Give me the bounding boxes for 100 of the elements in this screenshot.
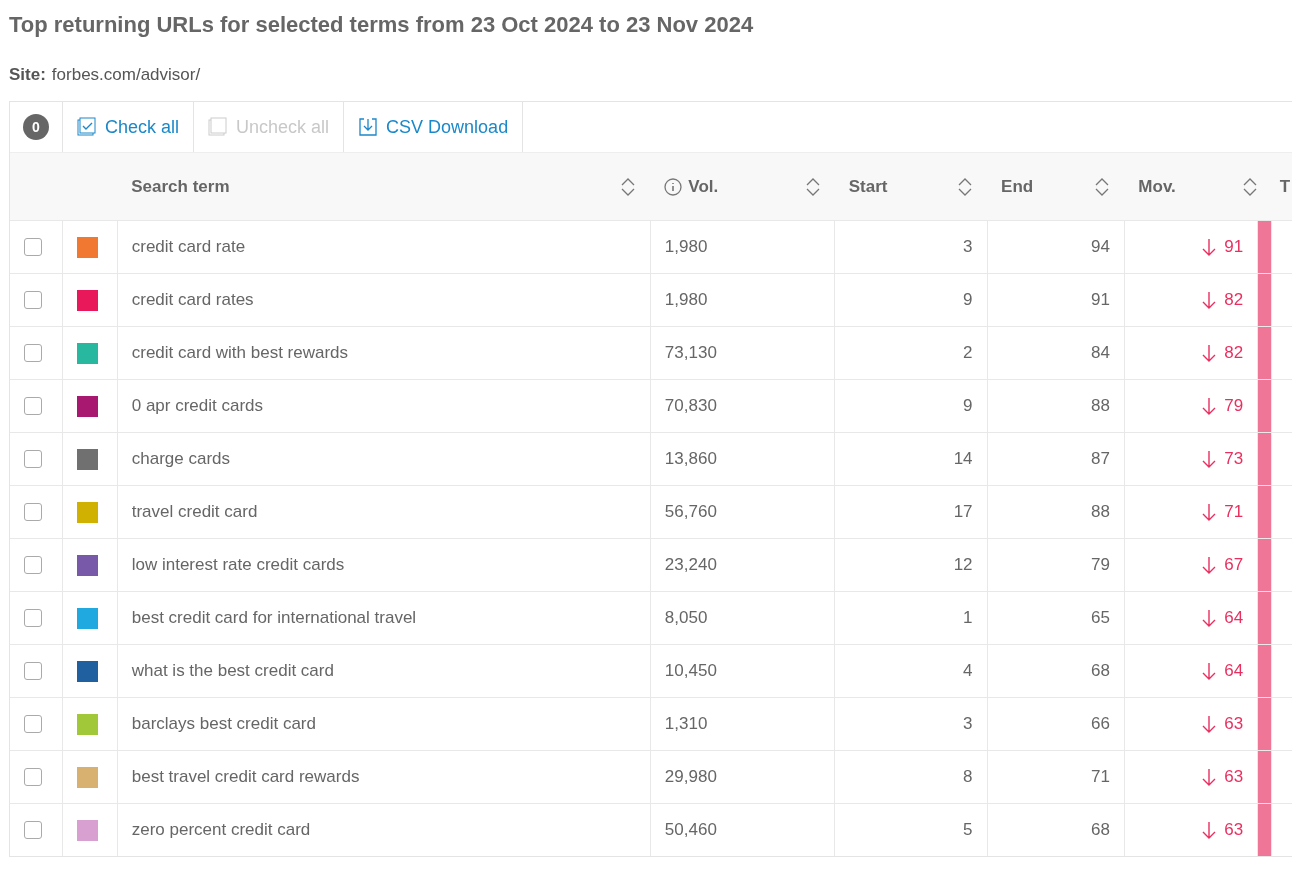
search-term: zero percent credit card xyxy=(131,820,311,839)
site-url: forbes.com/advisor/ xyxy=(51,65,201,86)
count-badge: 0 xyxy=(23,114,49,140)
column-header: T xyxy=(1279,176,1291,197)
start-cell: 17 xyxy=(953,502,973,521)
row-checkbox[interactable] xyxy=(24,450,42,468)
sort-icon[interactable] xyxy=(957,176,974,197)
row-checkbox[interactable] xyxy=(24,503,42,521)
row-checkbox[interactable] xyxy=(24,715,42,733)
volume-cell: 10,450 xyxy=(664,661,717,680)
down-arrow-icon xyxy=(1202,344,1217,362)
volume-cell: 1,980 xyxy=(664,237,708,256)
site-label: Site: xyxy=(9,65,46,86)
column-header: Start xyxy=(848,176,888,197)
end-cell: 66 xyxy=(1090,714,1110,733)
start-cell: 14 xyxy=(953,449,973,468)
search-term: low interest rate credit cards xyxy=(131,555,345,574)
search-term: charge cards xyxy=(131,449,230,468)
volume-cell: 50,460 xyxy=(664,820,717,839)
down-arrow-icon xyxy=(1202,821,1217,839)
row-checkbox[interactable] xyxy=(24,344,42,362)
search-term: 0 apr credit cards xyxy=(131,396,264,415)
search-term: what is the best credit card xyxy=(131,661,334,680)
checkbox-icon xyxy=(77,117,97,137)
page-title: Top returning URLs for selected terms from 23 Oct 2024 to 23 Nov 2024 xyxy=(8,11,755,39)
start-cell: 2 xyxy=(963,343,973,362)
end-cell: 65 xyxy=(1090,608,1110,627)
sort-icon[interactable] xyxy=(620,176,637,197)
sort-icon[interactable] xyxy=(804,176,821,197)
checkbox-icon xyxy=(208,117,229,137)
row-checkbox[interactable] xyxy=(24,556,42,574)
end-cell: 68 xyxy=(1090,820,1110,839)
search-term: credit card rate xyxy=(131,237,246,256)
movement-bar xyxy=(1258,539,1273,591)
movement-value: 71 xyxy=(1224,502,1244,522)
row-checkbox[interactable] xyxy=(24,291,42,309)
movement-value: 82 xyxy=(1224,290,1244,310)
column-header: Vol. xyxy=(688,176,719,197)
movement-bar xyxy=(1258,698,1273,750)
down-arrow-icon xyxy=(1202,662,1217,680)
down-arrow-icon xyxy=(1202,291,1217,309)
down-arrow-icon xyxy=(1202,503,1217,521)
down-arrow-icon xyxy=(1202,556,1217,574)
volume-cell: 56,760 xyxy=(664,502,717,521)
start-cell: 8 xyxy=(963,767,973,786)
movement-bar xyxy=(1258,751,1273,803)
start-cell: 9 xyxy=(963,290,973,309)
column-header: Search term xyxy=(131,176,230,197)
movement-bar xyxy=(1258,645,1273,697)
search-term: barclays best credit card xyxy=(131,714,316,733)
search-term: travel credit card xyxy=(131,502,258,521)
row-checkbox[interactable] xyxy=(24,821,42,839)
start-cell: 12 xyxy=(953,555,973,574)
row-checkbox[interactable] xyxy=(24,768,42,786)
end-cell: 79 xyxy=(1090,555,1110,574)
row-checkbox[interactable] xyxy=(24,397,42,415)
movement-value: 64 xyxy=(1224,608,1244,628)
down-arrow-icon xyxy=(1202,238,1217,256)
movement-value: 64 xyxy=(1224,661,1244,681)
down-arrow-icon xyxy=(1202,715,1217,733)
sort-icon[interactable] xyxy=(1241,176,1258,197)
start-cell: 4 xyxy=(963,661,973,680)
start-cell: 9 xyxy=(963,396,973,415)
down-arrow-icon xyxy=(1202,609,1217,627)
down-arrow-icon xyxy=(1202,397,1217,415)
row-checkbox[interactable] xyxy=(24,238,42,256)
search-term: best credit card for international travel xyxy=(131,608,417,627)
row-checkbox[interactable] xyxy=(24,662,42,680)
movement-bar xyxy=(1258,380,1273,432)
end-cell: 71 xyxy=(1090,767,1110,786)
movement-bar xyxy=(1258,327,1273,379)
volume-cell: 13,860 xyxy=(664,449,717,468)
movement-value: 67 xyxy=(1224,555,1244,575)
end-cell: 94 xyxy=(1090,237,1110,256)
down-arrow-icon xyxy=(1202,450,1217,468)
sort-icon[interactable] xyxy=(1094,176,1111,197)
row-checkbox[interactable] xyxy=(24,609,42,627)
volume-cell: 8,050 xyxy=(664,608,708,627)
start-cell: 3 xyxy=(963,714,973,733)
movement-value: 79 xyxy=(1224,396,1244,416)
column-header: Mov. xyxy=(1138,176,1176,197)
volume-cell: 1,980 xyxy=(664,290,708,309)
volume-cell: 1,310 xyxy=(664,714,708,733)
movement-bar xyxy=(1258,221,1273,273)
end-cell: 88 xyxy=(1090,396,1110,415)
movement-bar xyxy=(1258,592,1273,644)
movement-value: 73 xyxy=(1224,449,1244,469)
column-header: End xyxy=(1001,176,1034,197)
movement-value: 63 xyxy=(1224,767,1244,787)
movement-bar xyxy=(1258,433,1273,485)
movement-bar xyxy=(1258,486,1273,538)
download-icon xyxy=(358,117,379,137)
start-cell: 5 xyxy=(963,820,973,839)
volume-cell: 23,240 xyxy=(664,555,717,574)
start-cell: 1 xyxy=(963,608,973,627)
end-cell: 88 xyxy=(1090,502,1110,521)
end-cell: 84 xyxy=(1090,343,1110,362)
volume-cell: 73,130 xyxy=(664,343,717,362)
movement-bar xyxy=(1258,274,1273,326)
movement-bar xyxy=(1258,804,1273,856)
